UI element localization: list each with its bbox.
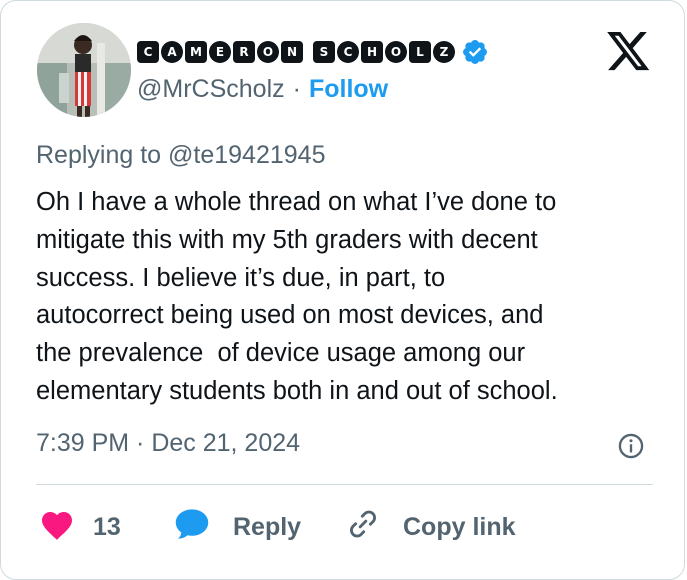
like-count: 13 xyxy=(93,513,121,541)
tweet-text: Oh I have a whole thread on what I’ve do… xyxy=(36,188,558,405)
heart-icon xyxy=(39,507,75,548)
display-name-letter: O xyxy=(257,41,279,63)
x-logo-icon[interactable] xyxy=(607,32,651,72)
display-name-letter: A xyxy=(161,41,183,63)
separator-dot: · xyxy=(292,75,301,103)
replying-to[interactable]: Replying to @te19421945 xyxy=(36,141,325,170)
like-button[interactable]: 13 xyxy=(39,507,121,548)
avatar[interactable] xyxy=(37,23,131,117)
tweet-card: CAMERONSCHOLZ @MrCScholz · Follow Replyi… xyxy=(0,0,685,580)
display-name-letter: S xyxy=(313,41,335,63)
link-icon xyxy=(345,507,381,548)
display-name-letter: L xyxy=(409,41,431,63)
user-handle[interactable]: @MrCScholz xyxy=(137,75,285,104)
display-name-letter: C xyxy=(137,41,159,63)
display-name-word: CAMERON xyxy=(137,41,303,63)
display-name-letters: CAMERONSCHOLZ xyxy=(137,41,455,63)
display-name-letter: Z xyxy=(433,41,455,63)
reply-button[interactable]: Reply xyxy=(173,507,301,548)
display-name-word: SCHOLZ xyxy=(313,41,455,63)
speech-bubble-icon xyxy=(173,507,211,548)
handle-row: @MrCScholz · Follow xyxy=(137,75,388,104)
display-name-letter: O xyxy=(385,41,407,63)
reply-label: Reply xyxy=(233,513,302,541)
display-name-letter: N xyxy=(281,41,303,63)
action-bar: 13 Reply Copy link xyxy=(1,501,687,551)
verified-badge-icon xyxy=(461,38,489,66)
timestamp[interactable]: 7:39 PM · Dec 21, 2024 xyxy=(36,429,300,458)
display-name[interactable]: CAMERONSCHOLZ xyxy=(137,35,489,69)
display-name-letter: M xyxy=(185,41,207,63)
info-icon[interactable] xyxy=(617,432,645,460)
copy-link-button[interactable]: Copy link xyxy=(345,507,516,548)
display-name-letter: E xyxy=(209,41,231,63)
display-name-letter: H xyxy=(361,41,383,63)
display-name-letter: R xyxy=(233,41,255,63)
display-name-letter: C xyxy=(337,41,359,63)
divider xyxy=(36,484,653,485)
follow-button[interactable]: Follow xyxy=(309,75,388,104)
copy-link-label: Copy link xyxy=(403,513,516,541)
